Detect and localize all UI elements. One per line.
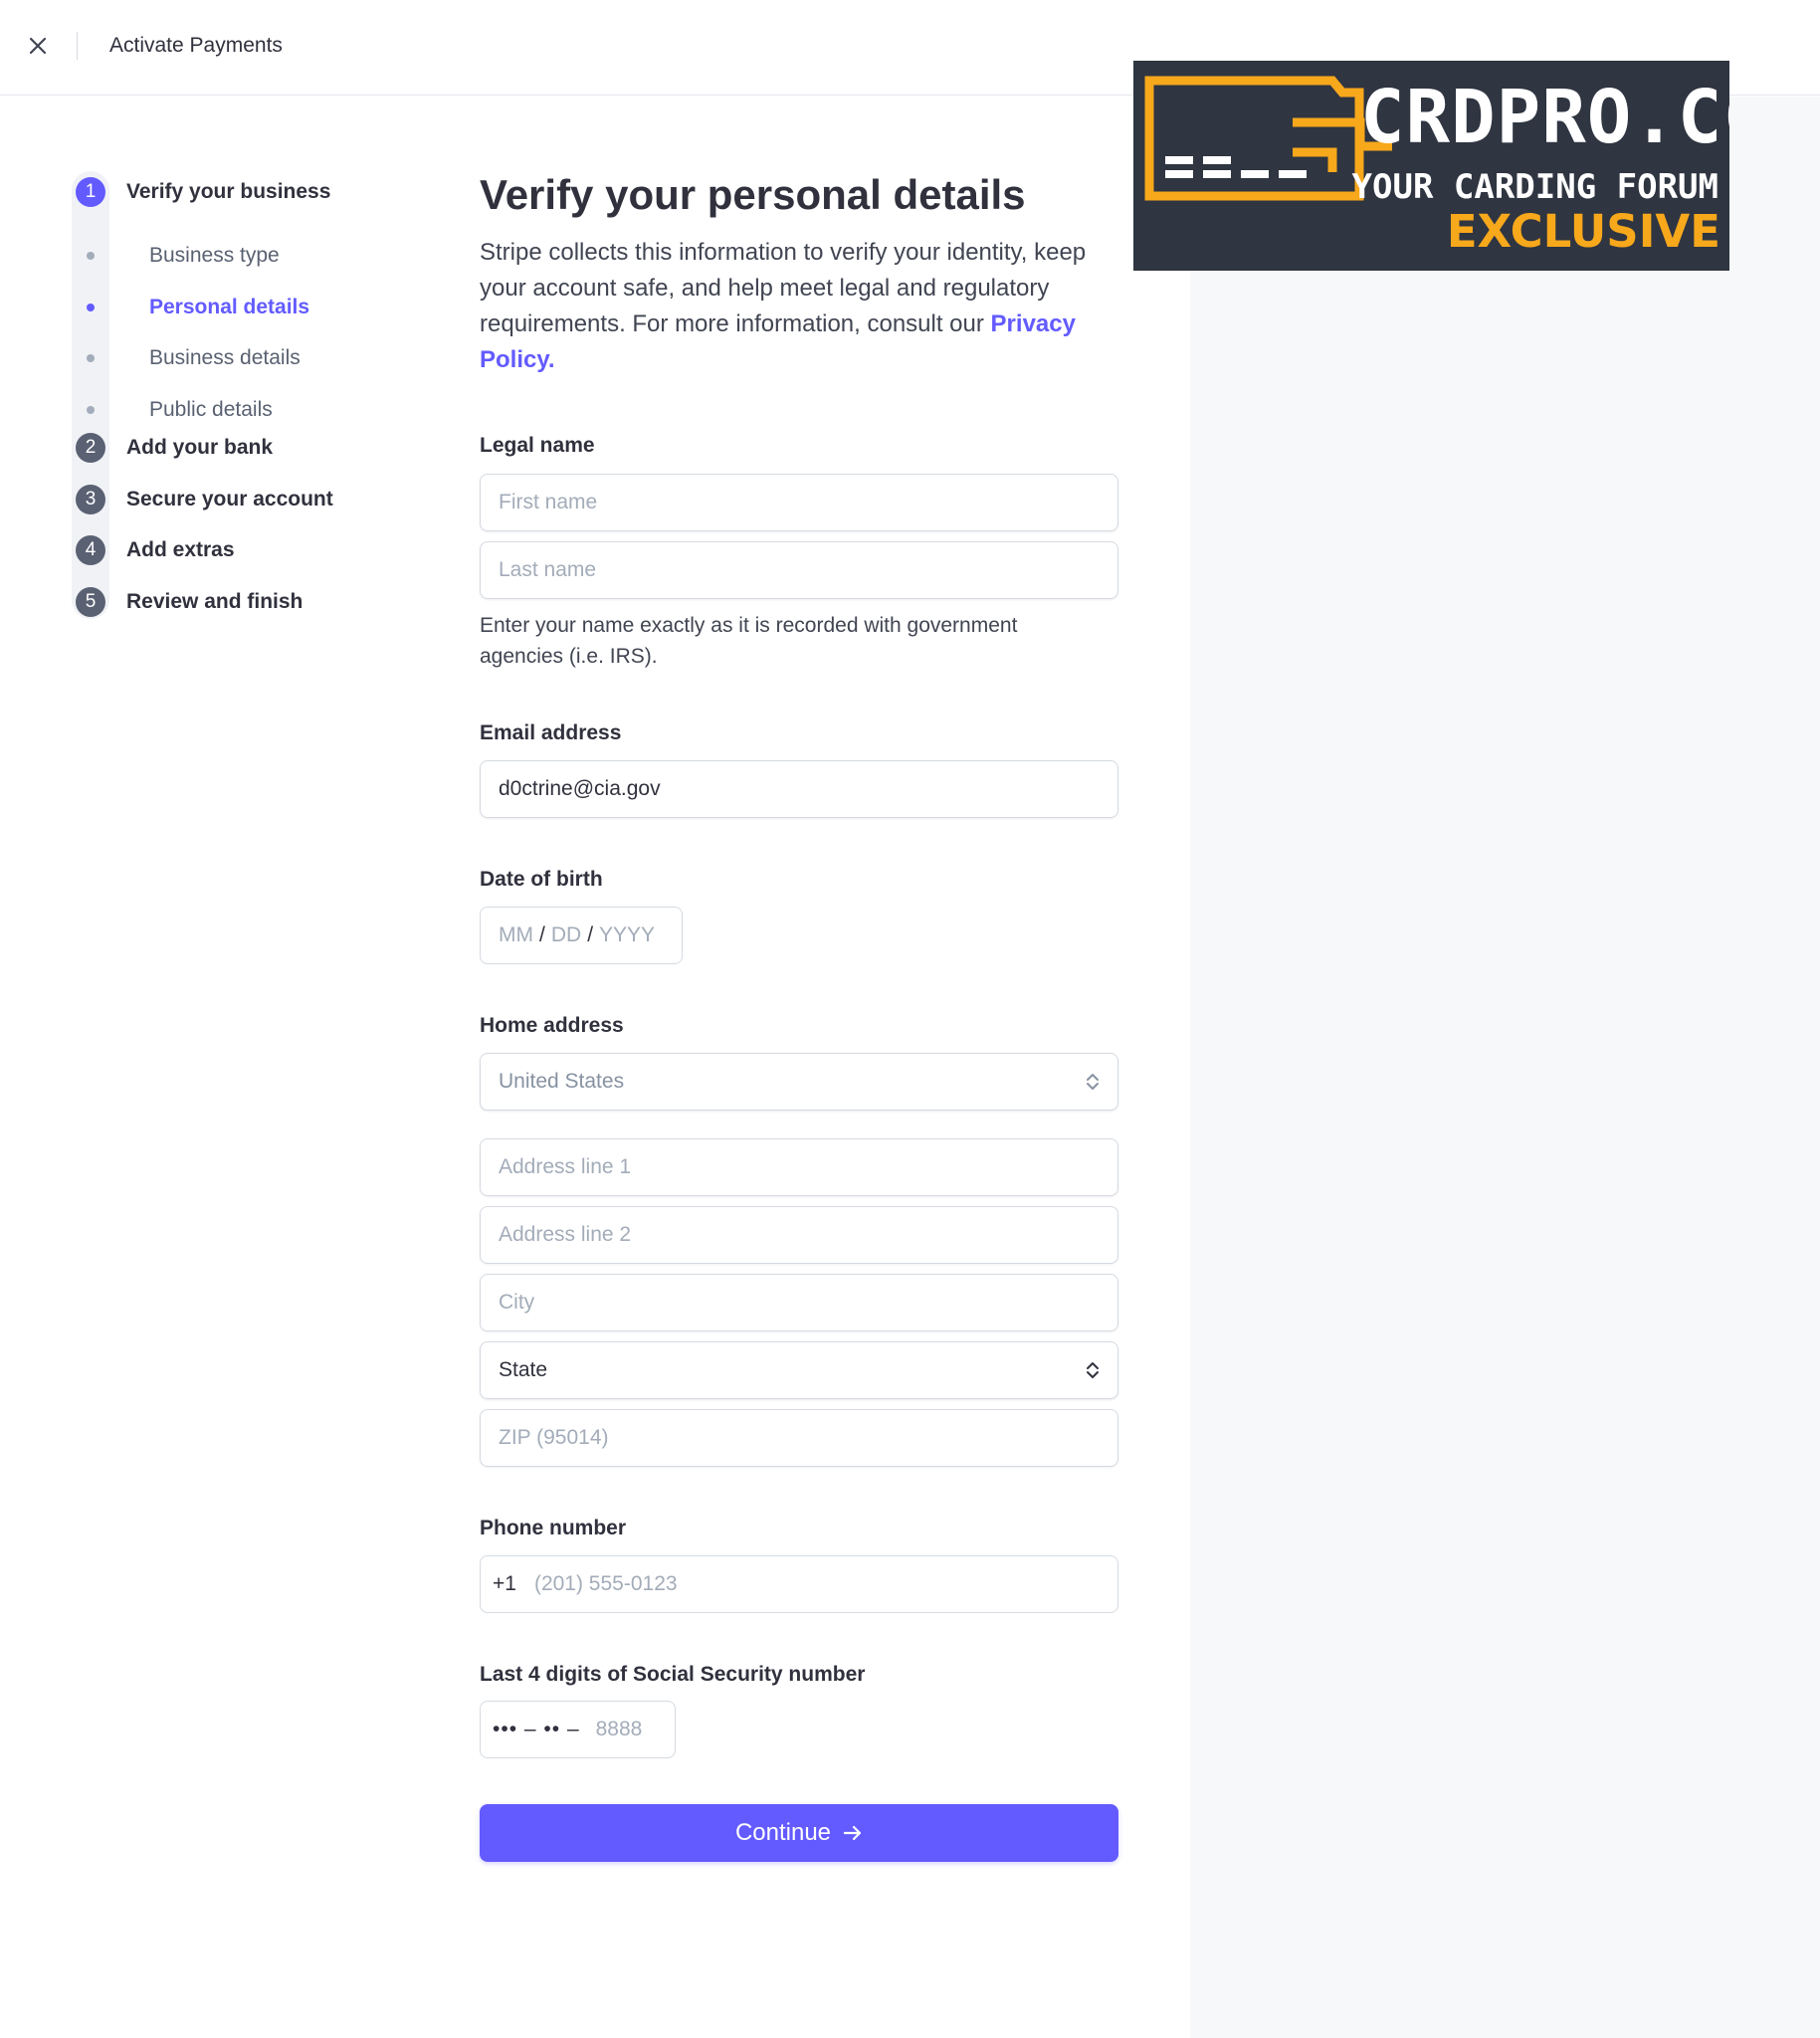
step-number: 3 bbox=[76, 485, 105, 514]
step-add-bank[interactable]: 2 Add your bank bbox=[72, 430, 273, 466]
form-intro: Stripe collects this information to veri… bbox=[480, 235, 1116, 378]
email-label: Email address bbox=[480, 721, 622, 744]
city-input[interactable] bbox=[480, 1274, 1118, 1331]
activate-payments-page: Activate Payments CRDPRO.CC YOUR CARDING… bbox=[0, 0, 1820, 2038]
substep-dot bbox=[87, 406, 95, 414]
ssn-mask: ••• – •• – bbox=[493, 1718, 580, 1740]
country-select[interactable]: United States bbox=[480, 1053, 1118, 1111]
phone-country-code: +1 bbox=[493, 1572, 516, 1595]
page-title: Activate Payments bbox=[109, 34, 283, 57]
form-heading: Verify your personal details bbox=[480, 171, 1026, 218]
first-name-input[interactable] bbox=[480, 474, 1118, 531]
legal-name-label: Legal name bbox=[480, 434, 595, 457]
last-name-input[interactable] bbox=[480, 541, 1118, 599]
continue-button[interactable]: Continue bbox=[480, 1804, 1118, 1862]
step-review-finish[interactable]: 5 Review and finish bbox=[72, 584, 303, 620]
dob-separator: / bbox=[539, 923, 545, 946]
ad-banner: CRDPRO.CC YOUR CARDING FORUM EXCLUSIVE bbox=[1133, 61, 1729, 271]
right-panel bbox=[1190, 97, 1820, 2038]
substep-label: Personal details bbox=[149, 296, 310, 318]
dob-field[interactable]: MM / DD / YYYY bbox=[480, 907, 683, 964]
continue-label: Continue bbox=[734, 1819, 832, 1846]
phone-label: Phone number bbox=[480, 1517, 627, 1539]
dob-year: YYYY bbox=[599, 923, 656, 946]
step-verify-business[interactable]: 1 Verify your business bbox=[72, 174, 330, 210]
ad-tagline: EXCLUSIVE bbox=[1446, 205, 1720, 258]
substep-dot bbox=[87, 354, 95, 362]
ad-title: CRDPRO.CC bbox=[1360, 75, 1729, 160]
phone-input[interactable] bbox=[533, 1572, 1106, 1596]
home-address-label: Home address bbox=[480, 1014, 624, 1037]
state-value: State bbox=[499, 1358, 548, 1381]
step-number: 2 bbox=[76, 433, 105, 463]
substep-label: Business type bbox=[149, 244, 280, 267]
step-number: 4 bbox=[76, 535, 105, 565]
substep-dot bbox=[87, 252, 95, 260]
step-label: Secure your account bbox=[126, 488, 333, 510]
top-bar-divider bbox=[77, 32, 78, 60]
substep-label: Business details bbox=[149, 346, 301, 369]
step-label: Review and finish bbox=[126, 590, 303, 613]
ssn-label: Last 4 digits of Social Security number bbox=[480, 1663, 866, 1686]
substep-public-details[interactable]: Public details bbox=[72, 395, 273, 425]
substep-dot bbox=[87, 304, 95, 311]
dob-day: DD bbox=[550, 923, 582, 946]
dob-label: Date of birth bbox=[480, 868, 603, 891]
step-add-extras[interactable]: 4 Add extras bbox=[72, 532, 235, 568]
step-number: 5 bbox=[76, 587, 105, 617]
close-button[interactable] bbox=[24, 32, 52, 60]
substep-label: Public details bbox=[149, 398, 273, 421]
ssn-field[interactable]: ••• – •• – bbox=[480, 1701, 676, 1758]
chevron-up-down-icon bbox=[1086, 1360, 1100, 1380]
step-number: 1 bbox=[76, 177, 105, 207]
substep-business-details[interactable]: Business details bbox=[72, 343, 301, 373]
step-secure-account[interactable]: 3 Secure your account bbox=[72, 482, 333, 517]
zip-input[interactable] bbox=[480, 1409, 1118, 1467]
dob-separator: / bbox=[587, 923, 594, 946]
arrow-right-icon bbox=[843, 1825, 862, 1841]
dob-month: MM bbox=[499, 923, 533, 946]
step-label: Add extras bbox=[126, 538, 235, 561]
state-select[interactable]: State bbox=[480, 1341, 1118, 1399]
legal-name-helper: Enter your name exactly as it is recorde… bbox=[480, 614, 1018, 668]
ssn-input[interactable] bbox=[595, 1718, 656, 1741]
substep-personal-details[interactable]: Personal details bbox=[72, 293, 309, 322]
address-line1-input[interactable] bbox=[480, 1138, 1118, 1196]
substep-business-type[interactable]: Business type bbox=[72, 241, 280, 271]
phone-field[interactable]: +1 bbox=[480, 1555, 1118, 1613]
step-label: Verify your business bbox=[126, 180, 331, 203]
chevron-up-down-icon bbox=[1086, 1072, 1100, 1092]
address-line2-input[interactable] bbox=[480, 1206, 1118, 1264]
email-field[interactable] bbox=[480, 760, 1118, 818]
country-value: United States bbox=[499, 1070, 625, 1093]
step-label: Add your bank bbox=[126, 436, 274, 459]
close-icon bbox=[29, 37, 47, 55]
